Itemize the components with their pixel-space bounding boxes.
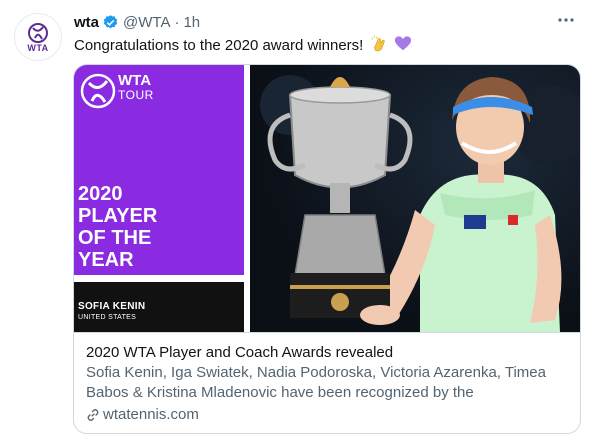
clapping-hands-icon [370, 35, 385, 52]
avatar-label: WTA [27, 42, 49, 53]
wta-tour-logo-icon [80, 73, 116, 109]
display-name[interactable]: wta [74, 14, 99, 31]
card-title[interactable]: 2020 WTA Player and Coach Awards reveale… [86, 343, 570, 363]
tweet-header: wta @WTA · 1h [74, 12, 576, 32]
separator: · [174, 13, 180, 31]
link-card[interactable]: WTA TOUR 2020 PLAYER OF THE YEAR SOFIA K… [73, 64, 581, 434]
avatar[interactable]: WTA [14, 13, 62, 61]
more-options-icon[interactable] [556, 10, 576, 30]
player-name-panel: SOFIA KENIN UNITED STATES [74, 282, 244, 332]
player-country: UNITED STATES [78, 314, 137, 321]
tweet-text: Congratulations to the 2020 award winner… [74, 35, 412, 56]
verified-badge-icon [103, 14, 118, 28]
card-description: Sofia Kenin, Iga Swiatek, Nadia Podorosk… [86, 364, 546, 401]
player-name: SOFIA KENIN [78, 301, 146, 312]
link-icon [87, 409, 99, 421]
card-domain-text[interactable]: wtatennis.com [103, 405, 199, 425]
card-image[interactable]: WTA TOUR 2020 PLAYER OF THE YEAR SOFIA K… [74, 65, 580, 332]
player-photo [250, 65, 580, 332]
award-graphic-panel: WTA TOUR 2020 PLAYER OF THE YEAR [74, 65, 244, 275]
card-domain[interactable]: wtatennis.com [86, 405, 570, 425]
wta-logo-icon [28, 22, 48, 43]
logo-title: WTA [118, 72, 152, 89]
card-meta[interactable]: 2020 WTA Player and Coach Awards reveale… [74, 332, 580, 433]
timestamp[interactable]: 1h [183, 14, 200, 31]
logo-subtitle: TOUR [118, 88, 154, 102]
purple-heart-icon [394, 36, 411, 51]
award-headline: 2020 PLAYER OF THE YEAR [78, 183, 158, 271]
tweet-body: Congratulations to the 2020 award winner… [74, 37, 364, 54]
trophy-photo-illustration [260, 75, 580, 332]
handle[interactable]: @WTA [123, 14, 170, 31]
